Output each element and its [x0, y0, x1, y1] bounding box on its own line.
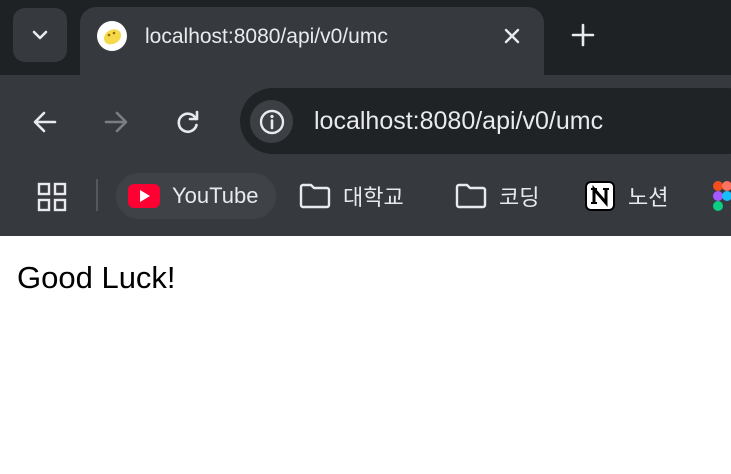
- folder-icon: [455, 182, 487, 210]
- info-icon: [259, 109, 284, 134]
- arrow-left-icon: [33, 111, 57, 133]
- bookmark-figma[interactable]: [712, 173, 731, 219]
- close-tab-button[interactable]: [499, 23, 525, 49]
- tab-strip: localhost:8080/api/v0/umc: [0, 0, 731, 75]
- page-content: Good Luck!: [0, 236, 731, 474]
- reload-icon: [177, 110, 199, 133]
- bookmark-label: 노션: [628, 185, 669, 210]
- new-tab-button[interactable]: [568, 20, 598, 50]
- toolbar: localhost:8080/api/v0/umc: [0, 75, 731, 167]
- bookmark-label: 대학교: [343, 185, 404, 210]
- notion-icon: [584, 180, 616, 212]
- bookmarks-divider: [96, 179, 98, 211]
- favicon-icon: [97, 21, 127, 51]
- figma-icon: [712, 180, 731, 212]
- site-info-button[interactable]: [250, 100, 293, 143]
- page-message: Good Luck!: [17, 260, 176, 295]
- bookmark-notion[interactable]: 노션: [584, 173, 668, 219]
- bookmark-folder-coding[interactable]: 코딩: [455, 173, 539, 219]
- bookmarks-bar: YouTube 대학교 코딩 노션: [0, 167, 731, 236]
- bookmark-label: YouTube: [172, 183, 259, 208]
- chevron-down-icon: [32, 30, 48, 40]
- youtube-icon: [128, 184, 160, 208]
- bookmark-label: 코딩: [499, 185, 540, 210]
- back-button[interactable]: [27, 104, 63, 140]
- apps-grid-icon: [37, 182, 67, 212]
- tab-search-button[interactable]: [13, 8, 67, 62]
- bookmark-folder-university[interactable]: 대학교: [299, 173, 404, 219]
- forward-button[interactable]: [98, 104, 134, 140]
- reload-button[interactable]: [170, 104, 206, 140]
- bookmark-youtube[interactable]: YouTube: [116, 173, 276, 219]
- address-bar[interactable]: localhost:8080/api/v0/umc: [240, 88, 731, 154]
- close-icon: [504, 28, 520, 44]
- arrow-right-icon: [104, 111, 128, 133]
- tab-title: localhost:8080/api/v0/umc: [145, 25, 388, 48]
- plus-icon: [571, 23, 595, 47]
- folder-icon: [299, 182, 331, 210]
- apps-button[interactable]: [36, 181, 68, 213]
- active-tab[interactable]: localhost:8080/api/v0/umc: [80, 7, 544, 75]
- url-text[interactable]: localhost:8080/api/v0/umc: [314, 107, 603, 136]
